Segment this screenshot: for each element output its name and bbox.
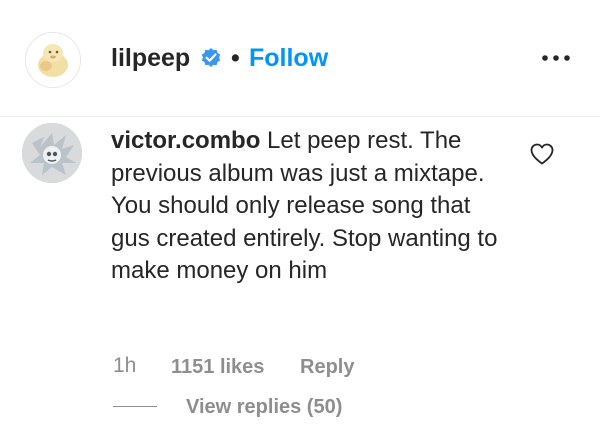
comment-avatar[interactable]	[22, 123, 82, 183]
more-options-icon[interactable]	[539, 48, 573, 68]
comment-timestamp: 1h	[113, 354, 137, 377]
instagram-comment-view: lilpeep • Follow victor.combo Let peep r…	[0, 0, 600, 445]
reply-button[interactable]: Reply	[300, 355, 354, 379]
comment-username[interactable]: victor.combo	[111, 127, 260, 154]
header-avatar[interactable]	[25, 32, 81, 88]
heart-outline-icon[interactable]	[529, 142, 555, 166]
replies-divider-line	[113, 406, 157, 407]
comment-body: victor.combo Let peep rest. The previous…	[111, 125, 511, 288]
header-username[interactable]: lilpeep	[111, 43, 190, 73]
post-header: lilpeep • Follow	[0, 0, 600, 117]
view-replies-button[interactable]: View replies (50)	[186, 395, 342, 419]
header-separator: •	[231, 44, 240, 72]
verified-badge-icon	[200, 47, 222, 69]
follow-button[interactable]: Follow	[249, 43, 328, 73]
comment-like-count[interactable]: 1151 likes	[171, 355, 264, 379]
